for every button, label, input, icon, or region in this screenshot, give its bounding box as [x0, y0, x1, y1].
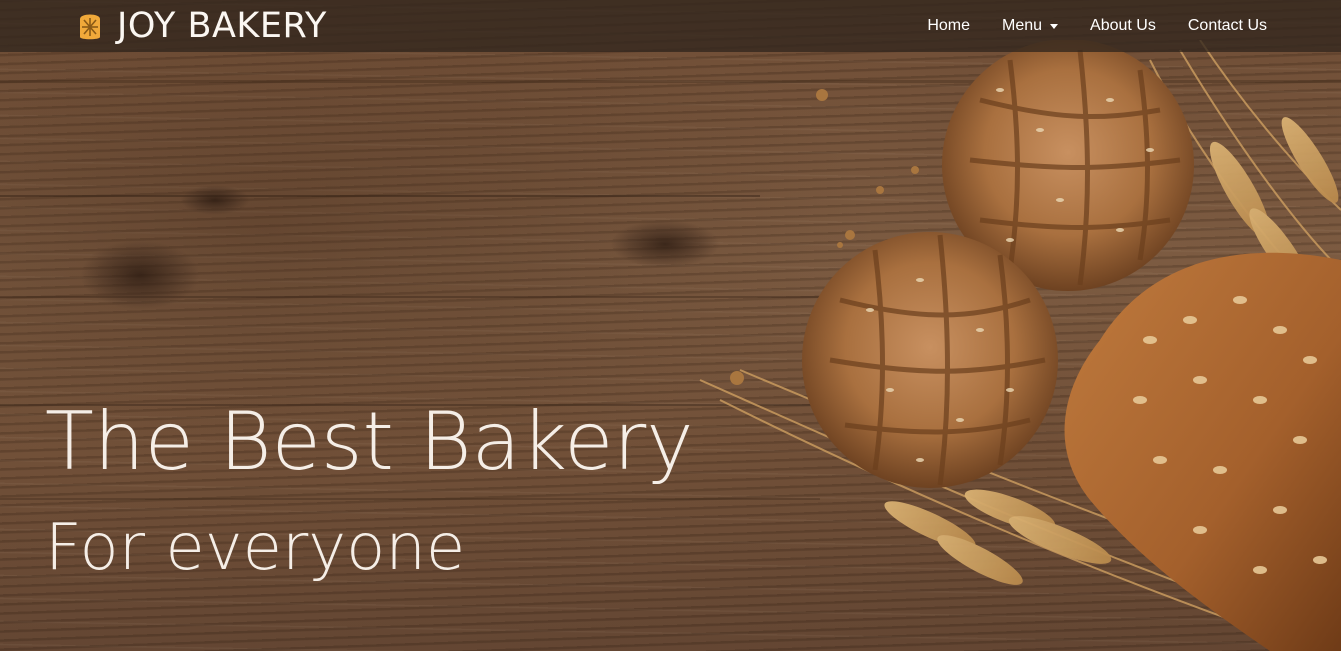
- wood-plank-seam: [0, 195, 760, 197]
- nav-home-link[interactable]: Home: [927, 17, 970, 35]
- nav-about-label: About Us: [1090, 17, 1156, 34]
- nav-menu-dropdown[interactable]: Menu: [1002, 17, 1059, 35]
- nav-contact-label: Contact Us: [1187, 17, 1267, 34]
- brand-name: JOY BAKERY: [117, 5, 327, 46]
- brand-logo-link[interactable]: JOY BAKERY: [76, 4, 327, 48]
- wood-knot: [80, 240, 200, 310]
- hero-section: The Best Bakery For everyone JOY BAKERY …: [0, 0, 1341, 651]
- nav-home-label: Home: [927, 17, 971, 34]
- hero-subheadline: For everyone: [45, 511, 466, 585]
- caret-down-icon: [1050, 23, 1059, 29]
- nav-links: Home Menu About Us Contact Us: [895, 0, 1267, 52]
- wood-knot: [180, 185, 250, 215]
- top-navbar: JOY BAKERY Home Menu About Us Contact Us: [0, 0, 1341, 52]
- nav-about-link[interactable]: About Us: [1090, 17, 1156, 35]
- bread-loaf-icon: [80, 14, 100, 40]
- bread-and-wheat-image: [699, 40, 1341, 651]
- nav-menu-label: Menu: [1002, 17, 1043, 34]
- hero-headline: The Best Bakery: [45, 395, 694, 488]
- nav-contact-link[interactable]: Contact Us: [1188, 17, 1267, 35]
